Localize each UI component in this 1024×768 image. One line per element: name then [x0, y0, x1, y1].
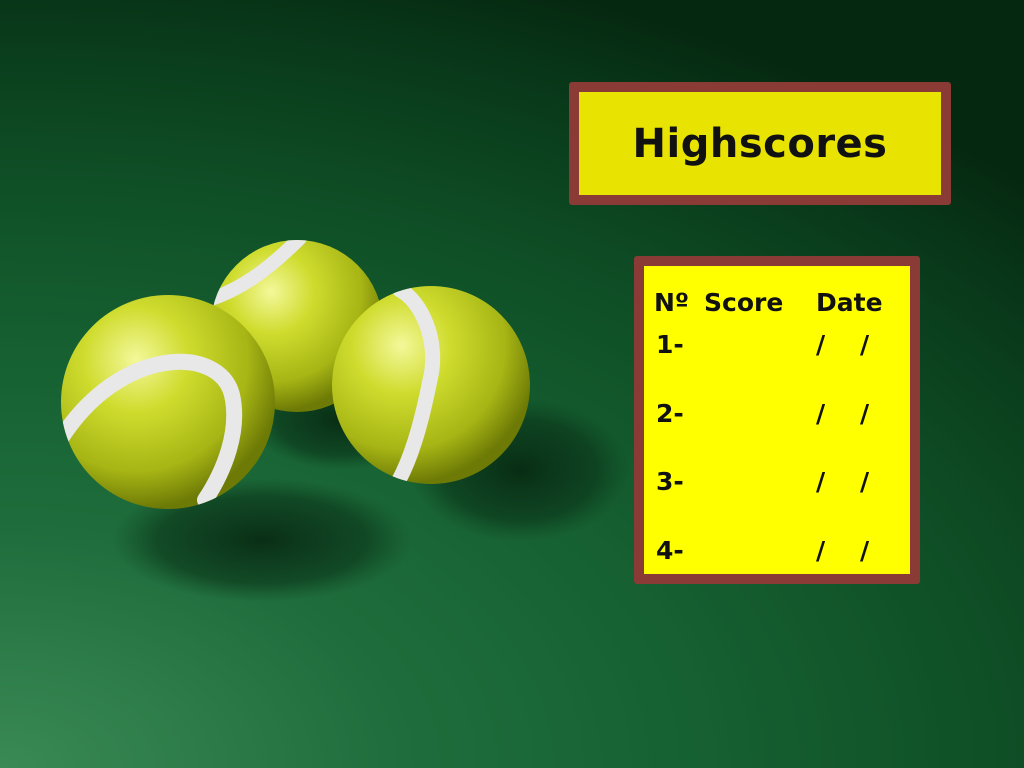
column-header-number: Nº: [654, 288, 690, 317]
column-header-score: Score: [704, 288, 784, 317]
tennis-ball-left: [61, 295, 275, 509]
highscores-table: Nº Score Date 1- / / 2- / / 3- / / 4- / …: [634, 256, 920, 584]
row-date: / /: [816, 536, 870, 565]
tennis-ball-right: [332, 286, 530, 484]
row-date: / /: [816, 399, 870, 428]
row-date: / /: [816, 330, 870, 359]
row-rank: 1-: [656, 330, 684, 359]
page-title: Highscores: [632, 120, 888, 167]
row-rank: 3-: [656, 467, 684, 496]
column-header-date: Date: [816, 288, 883, 317]
row-date: / /: [816, 467, 870, 496]
highscores-title-panel: Highscores: [569, 82, 951, 205]
row-rank: 2-: [656, 399, 684, 428]
row-rank: 4-: [656, 536, 684, 565]
